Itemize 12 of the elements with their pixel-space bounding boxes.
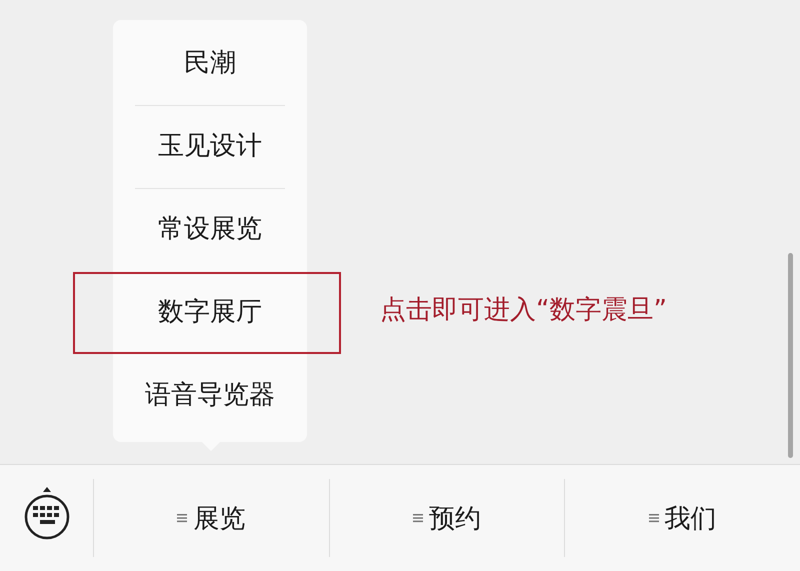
submenu-item[interactable]: 语音导览器: [145, 380, 275, 412]
submenu-item[interactable]: 玉见设计: [158, 131, 262, 163]
menu-button[interactable]: 展览: [193, 500, 246, 536]
menu-button[interactable]: 预约: [429, 500, 481, 536]
submenu-item[interactable]: 常设展览: [158, 214, 262, 246]
menu-icon: [413, 513, 423, 523]
menu-button[interactable]: 我们: [664, 500, 717, 536]
submenu-item[interactable]: 民潮: [184, 48, 236, 80]
submenu-item[interactable]: 数字展厅: [158, 297, 262, 329]
menu-icon: [648, 513, 659, 523]
annotation-text: 点击即可进入“数字震旦”: [380, 294, 667, 327]
menu-icon: [177, 513, 188, 523]
